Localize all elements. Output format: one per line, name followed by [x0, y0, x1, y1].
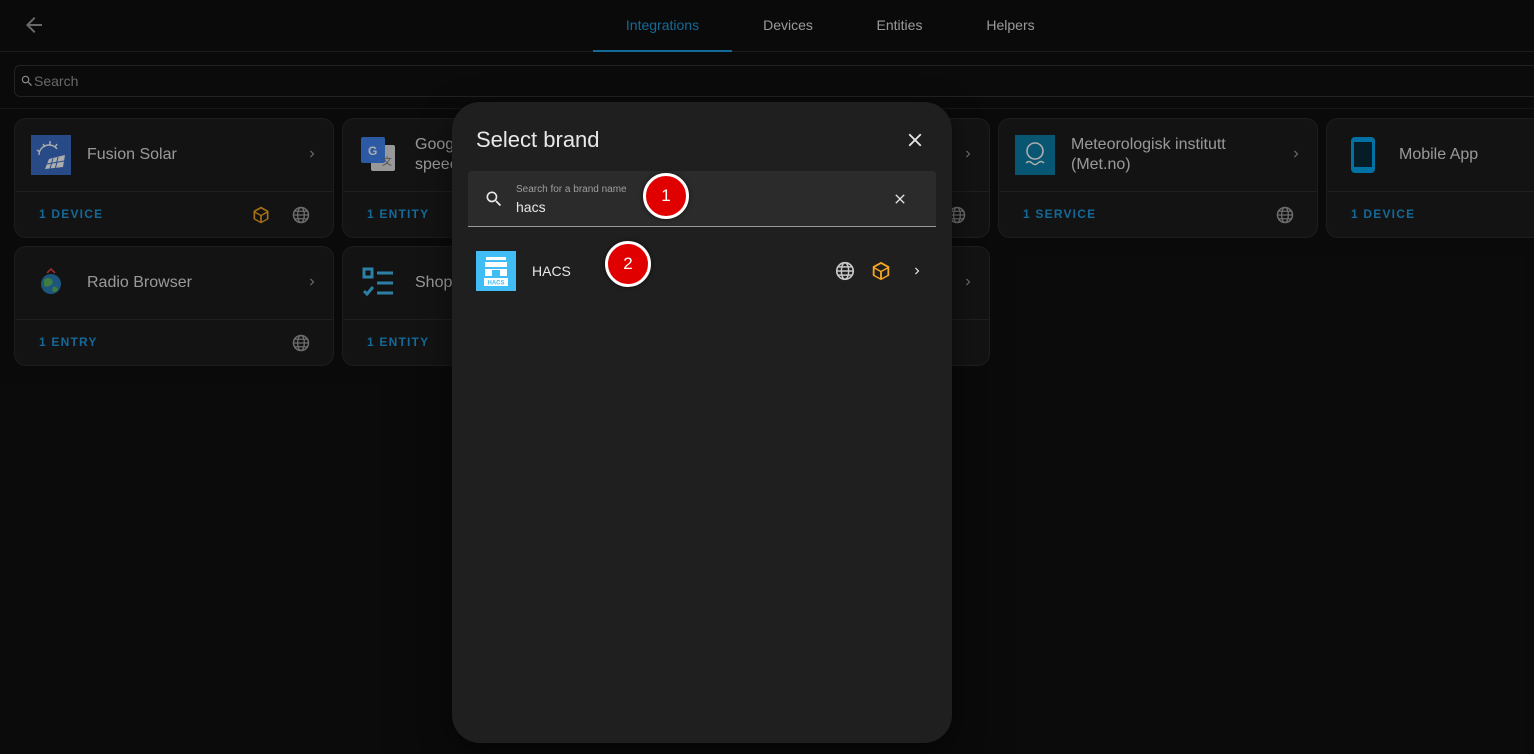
dialog-title: Select brand: [476, 127, 600, 152]
step-marker-1: 1: [643, 173, 689, 219]
chevron-right-icon[interactable]: [910, 264, 924, 278]
clear-icon[interactable]: [892, 191, 908, 207]
brand-list-item-hacs[interactable]: HACS HACS: [452, 242, 952, 298]
close-icon[interactable]: [904, 129, 926, 151]
custom-integration-icon: [872, 261, 890, 281]
hacs-logo-icon: HACS: [476, 251, 516, 291]
select-brand-dialog: Select brand Search for a brand name hac…: [452, 102, 952, 743]
search-field-label: Search for a brand name: [516, 184, 627, 195]
brand-name: HACS: [532, 263, 571, 279]
search-icon: [486, 191, 502, 207]
brand-search-input[interactable]: hacs: [516, 199, 546, 215]
brand-search-field[interactable]: Search for a brand name hacs: [468, 171, 936, 227]
hacs-logo-text: HACS: [487, 281, 504, 287]
step-marker-2: 2: [605, 241, 651, 287]
globe-icon: [835, 261, 855, 281]
